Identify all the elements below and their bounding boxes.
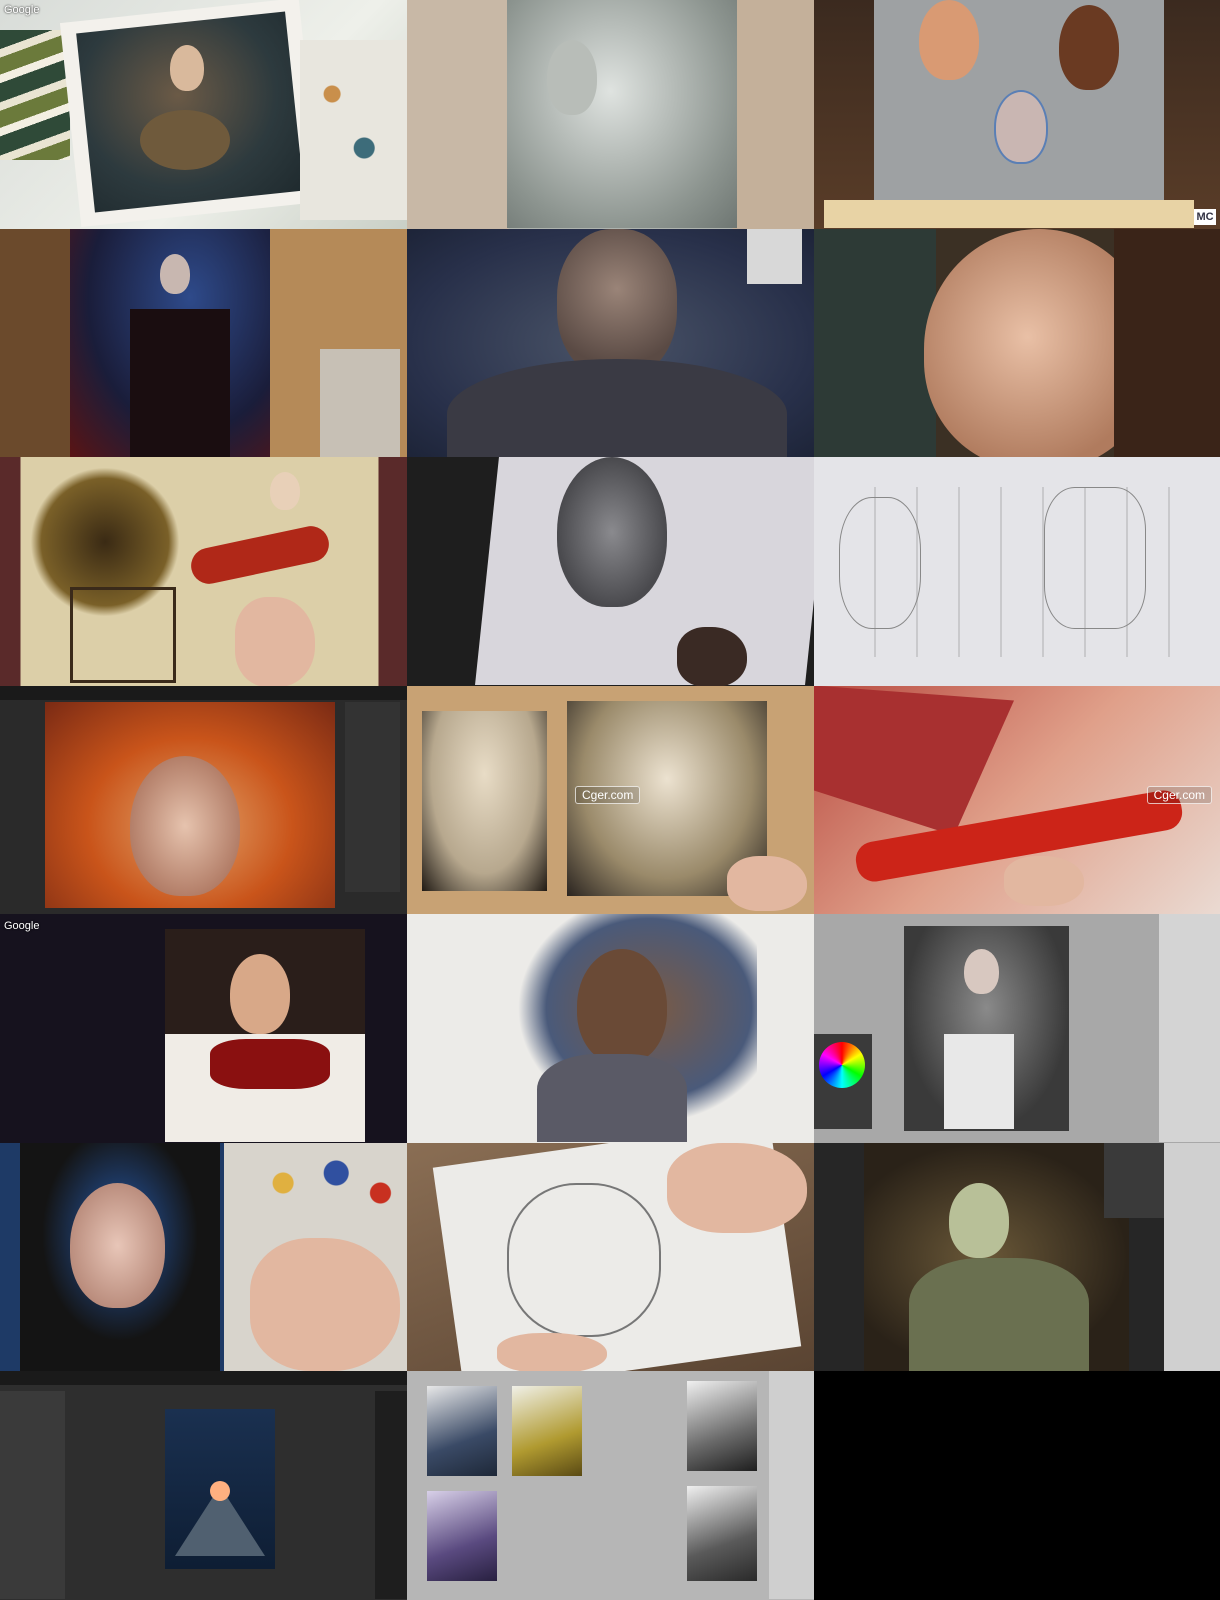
thumbnail-gray-2 <box>687 1486 757 1581</box>
woman-face <box>270 472 300 510</box>
artist-hand <box>677 627 747 686</box>
photoshop-menubar <box>0 685 407 700</box>
woman-face <box>230 954 290 1034</box>
figure-face <box>160 253 190 294</box>
color-wheel <box>819 1042 865 1088</box>
tile-man-oil-portrait[interactable] <box>407 914 814 1143</box>
sketched-face <box>547 40 597 115</box>
girl-hair <box>1114 228 1220 457</box>
thumbnail-yellow <box>512 1386 582 1476</box>
palette <box>300 40 407 220</box>
lady-face <box>964 949 999 994</box>
creature-shoulders <box>447 358 787 457</box>
mc-logo: MC <box>1194 208 1216 225</box>
creature-head <box>557 228 677 379</box>
drawing-hand <box>667 1142 807 1233</box>
paint-tubes <box>0 30 70 160</box>
winged-figure <box>1044 487 1146 629</box>
tile-pyramid-sci-fi-painting[interactable] <box>0 1371 407 1600</box>
layers-panel <box>1164 1142 1220 1371</box>
tile-girl-portrait-closeup[interactable] <box>814 228 1220 457</box>
layers-panel <box>345 701 400 892</box>
reference-photo <box>422 710 547 891</box>
palette-colors <box>230 1142 407 1243</box>
toad-figure <box>140 110 230 170</box>
thumbnail-blue <box>427 1386 497 1476</box>
toad-drawing <box>507 1182 661 1337</box>
painter-hand <box>235 597 315 686</box>
painter-hand <box>250 1237 400 1371</box>
head-study-2 <box>1059 5 1119 90</box>
hulk-figure <box>839 497 921 629</box>
head-study-1 <box>919 0 979 80</box>
tile-guitar-woman-ink-painting[interactable] <box>0 457 407 686</box>
tile-armored-knight-painting[interactable] <box>814 1142 1220 1371</box>
tile-woman-oil-sketch[interactable]: Google <box>0 914 407 1143</box>
knight-face <box>949 1182 1009 1258</box>
photoshop-menubar <box>0 1371 407 1385</box>
demon-wings <box>814 685 1014 836</box>
tile-charcoal-woman-sketch[interactable] <box>407 0 814 229</box>
layers-panel <box>1159 914 1220 1142</box>
thumbnail-purple <box>427 1491 497 1581</box>
tile-superhero-line-sketches[interactable] <box>814 457 1220 686</box>
figure-body <box>130 308 230 457</box>
tile-creature-pencil-drawing[interactable] <box>407 1142 814 1371</box>
tile-empty-black <box>814 1371 1220 1600</box>
red-dress <box>210 1039 330 1089</box>
woman-face <box>70 1182 165 1308</box>
right-toolbar <box>375 1391 407 1599</box>
tile-dark-lady-digital-painting[interactable] <box>814 914 1220 1143</box>
tile-skeleton-dress-painting-easel[interactable] <box>0 228 407 457</box>
red-guitar <box>187 522 333 588</box>
tile-red-hair-digital-portrait[interactable] <box>0 685 407 914</box>
man-face <box>577 949 667 1064</box>
thumbnail-gray-1 <box>687 1381 757 1471</box>
tile-creature-digital-painting[interactable] <box>407 228 814 457</box>
painter-hand <box>727 855 807 911</box>
google-watermark: Google <box>4 4 40 16</box>
layers-panel <box>0 1391 65 1599</box>
tile-demon-guitar-painting[interactable]: Cger.com <box>814 685 1220 914</box>
thumbnail-grid: Google MC Cger.com Cger.com Google <box>0 0 1220 1600</box>
photoshop-layers-panel <box>747 228 802 284</box>
easel-ledge <box>824 200 1194 228</box>
knight-armor <box>909 1257 1089 1371</box>
cger-watermark: Cger.com <box>1146 785 1212 804</box>
google-watermark: Google <box>4 920 40 932</box>
tile-toad-portrait-painting[interactable]: Google <box>0 0 407 229</box>
sketch-paper <box>507 0 737 228</box>
glow <box>210 1481 230 1501</box>
tile-three-head-studies[interactable]: MC <box>814 0 1220 229</box>
painter-hand <box>1004 855 1084 906</box>
brush-jar <box>320 348 400 457</box>
brush-panel <box>1104 1142 1164 1218</box>
suit <box>537 1054 687 1142</box>
tile-value-thumbnails-study[interactable] <box>407 1371 814 1600</box>
tile-blue-woman-oil-portrait[interactable] <box>0 1142 407 1371</box>
portrait-face <box>170 45 204 91</box>
white-dress <box>944 1034 1014 1129</box>
cger-watermark: Cger.com <box>575 785 641 804</box>
tile-pencil-portrait-drawing[interactable] <box>407 457 814 686</box>
chair-drawing <box>70 587 176 683</box>
layers-panel <box>769 1371 814 1599</box>
tile-edgar-poe-study[interactable]: Cger.com <box>407 685 814 914</box>
head-study-3 <box>994 90 1048 164</box>
woman-face <box>130 755 240 896</box>
drawn-face <box>557 457 667 607</box>
resting-hand <box>497 1332 607 1371</box>
